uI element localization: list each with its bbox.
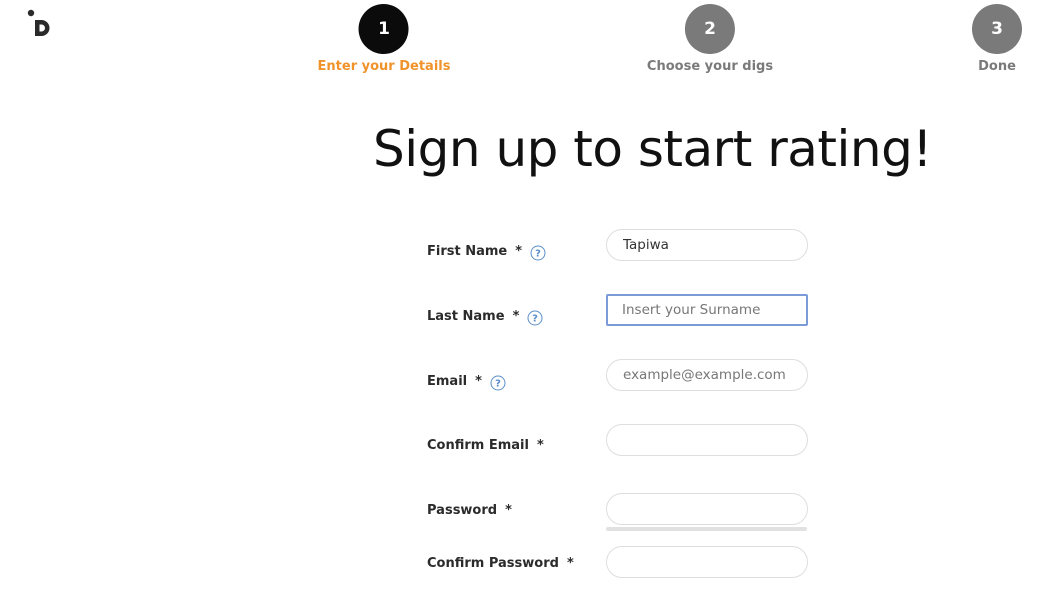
confirm-email-input[interactable]	[606, 424, 808, 456]
email-label-row: Email * ?	[427, 373, 506, 391]
confirm-password-label-row: Confirm Password *	[427, 556, 574, 571]
step-3-label: Done	[978, 59, 1016, 74]
last-name-label: Last Name	[427, 308, 505, 324]
digs-logo-icon[interactable]	[27, 9, 53, 39]
confirm-password-label: Confirm Password	[427, 556, 559, 571]
step-3: 3 Done	[972, 4, 1022, 74]
required-asterisk: *	[475, 373, 482, 389]
confirm-email-label-row: Confirm Email *	[427, 438, 544, 453]
first-name-label-row: First Name * ?	[427, 243, 546, 261]
last-name-label-row: Last Name * ?	[427, 308, 543, 326]
svg-text:?: ?	[495, 379, 501, 390]
password-input[interactable]	[606, 493, 808, 525]
step-1-label: Enter your Details	[317, 59, 451, 74]
step-3-circle: 3	[972, 4, 1022, 54]
confirm-email-label: Confirm Email	[427, 438, 529, 453]
step-2-label: Choose your digs	[646, 59, 774, 74]
step-1-circle: 1	[358, 4, 409, 54]
svg-text:?: ?	[532, 314, 538, 325]
last-name-input[interactable]	[606, 294, 808, 326]
email-input[interactable]	[606, 359, 808, 391]
step-2: 2 Choose your digs	[647, 4, 773, 74]
page-title: Sign up to start rating!	[373, 120, 932, 178]
step-2-circle: 2	[684, 4, 735, 54]
first-name-label: First Name	[427, 243, 508, 259]
password-label: Password	[427, 503, 498, 518]
step-1: 1 Enter your Details	[317, 4, 451, 74]
confirm-password-input[interactable]	[606, 546, 808, 578]
required-asterisk: *	[536, 438, 544, 453]
email-label: Email	[427, 373, 468, 389]
help-question-icon[interactable]: ?	[527, 310, 543, 326]
help-question-icon[interactable]: ?	[490, 375, 506, 391]
required-asterisk: *	[505, 503, 512, 518]
required-asterisk: *	[566, 556, 574, 571]
first-name-input[interactable]	[606, 229, 808, 261]
help-question-icon[interactable]: ?	[530, 245, 546, 261]
required-asterisk: *	[512, 308, 520, 324]
svg-text:?: ?	[535, 249, 541, 260]
password-strength-bar	[606, 527, 807, 531]
password-label-row: Password *	[427, 503, 512, 518]
required-asterisk: *	[515, 243, 523, 259]
